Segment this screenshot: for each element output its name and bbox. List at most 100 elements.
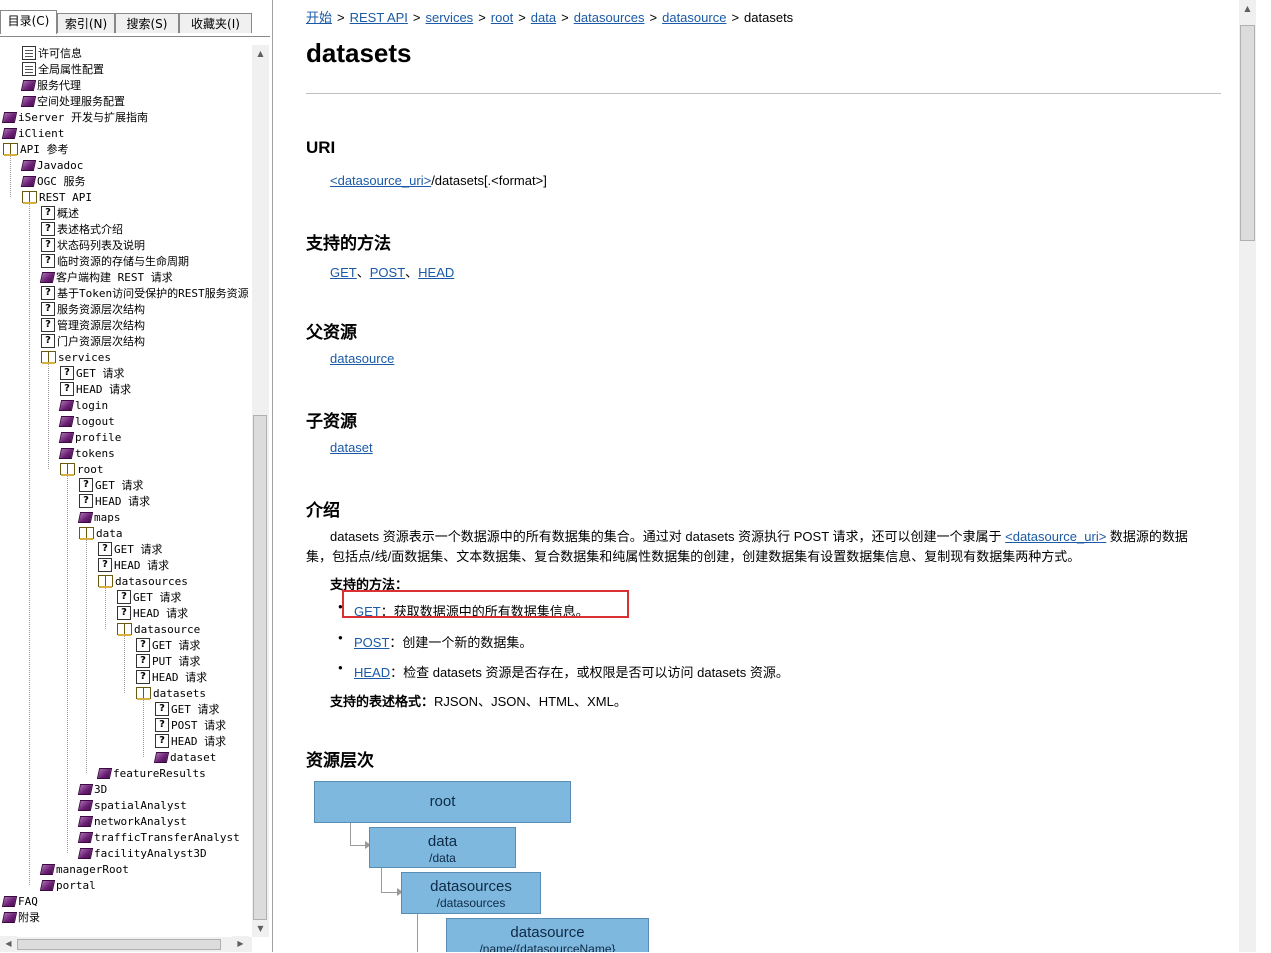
tree-item[interactable]: ? 管理资源层次结构 xyxy=(41,317,145,333)
tree-item[interactable]: 许可信息 xyxy=(22,45,82,61)
tree-item[interactable]: datasources xyxy=(98,573,188,589)
scroll-left-arrow-icon[interactable]: ◀ xyxy=(0,936,17,951)
breadcrumb-link[interactable]: 开始 xyxy=(306,10,332,25)
tree-item[interactable]: iClient xyxy=(1,125,64,141)
tree-item[interactable]: ? GET 请求 xyxy=(98,541,163,557)
tree-item[interactable]: FAQ xyxy=(1,893,38,909)
tree-item[interactable]: spatialAnalyst xyxy=(77,797,187,813)
tree-item[interactable]: networkAnalyst xyxy=(77,813,187,829)
bullet-post-link[interactable]: POST xyxy=(354,635,389,650)
tree-item[interactable]: 服务代理 xyxy=(20,77,81,93)
tree-item[interactable]: services xyxy=(41,349,111,365)
tree-scroll-thumb[interactable] xyxy=(253,415,267,920)
tab-contents[interactable]: 目录(C) xyxy=(0,10,57,34)
tree-item[interactable]: datasets xyxy=(136,685,206,701)
tree-item[interactable]: ? 表述格式介绍 xyxy=(41,221,123,237)
scroll-up-arrow-icon[interactable]: ▲ xyxy=(1239,0,1256,17)
tree-item[interactable]: ? PUT 请求 xyxy=(136,653,201,669)
tree-item-label: 门户资源层次结构 xyxy=(57,335,145,348)
tree-item[interactable]: managerRoot xyxy=(39,861,129,877)
breadcrumb-separator: > xyxy=(518,10,526,25)
tree-item[interactable]: ? HEAD 请求 xyxy=(117,605,188,621)
tree-item[interactable]: ? 门户资源层次结构 xyxy=(41,333,145,349)
hierarchy-node-datasources[interactable]: datasources /datasources xyxy=(401,872,541,914)
tree-item[interactable]: portal xyxy=(39,877,96,893)
tab-search[interactable]: 搜索(S) xyxy=(115,13,179,33)
tree-item[interactable]: ? POST 请求 xyxy=(155,717,226,733)
tree-item[interactable]: ? 概述 xyxy=(41,205,79,221)
tree-item[interactable]: ? GET 请求 xyxy=(155,701,220,717)
tree-item[interactable]: 3D xyxy=(77,781,107,797)
breadcrumb-link[interactable]: data xyxy=(531,10,556,25)
intro-datasource-uri-link[interactable]: <datasource_uri> xyxy=(1005,529,1106,544)
breadcrumb-separator: > xyxy=(731,10,740,25)
hierarchy-node-root[interactable]: root xyxy=(314,781,571,823)
tree-item[interactable]: dataset xyxy=(153,749,216,765)
tree-item[interactable]: 全局属性配置 xyxy=(22,61,104,77)
scroll-down-arrow-icon[interactable]: ▼ xyxy=(252,920,269,937)
tree-item[interactable]: iServer 开发与扩展指南 xyxy=(1,109,148,125)
tree-item[interactable]: ? 状态码列表及说明 xyxy=(41,237,145,253)
tree-item[interactable]: 附录 xyxy=(1,909,40,925)
tree-item[interactable]: ? 临时资源的存储与生命周期 xyxy=(41,253,189,269)
help-topic-icon: ? xyxy=(79,494,93,508)
tree-item[interactable]: tokens xyxy=(58,445,115,461)
tree-item[interactable]: ? HEAD 请求 xyxy=(98,557,169,573)
tree-item[interactable]: Javadoc xyxy=(20,157,83,173)
tree-item[interactable]: trafficTransferAnalyst xyxy=(77,829,240,845)
tree-item[interactable]: facilityAnalyst3D xyxy=(77,845,207,861)
method-head-link[interactable]: HEAD xyxy=(418,265,454,280)
intro-text-part: datasets 资源表示一个数据源中的所有数据集的集合。通过对 dataset… xyxy=(330,529,1006,544)
tree-item[interactable]: ? GET 请求 xyxy=(79,477,144,493)
hierarchy-node-data[interactable]: data /data xyxy=(369,827,516,868)
content-vertical-scrollbar[interactable]: ▲ xyxy=(1239,0,1256,952)
tree-item[interactable]: ? HEAD 请求 xyxy=(155,733,226,749)
method-get-link[interactable]: GET xyxy=(330,265,357,280)
method-post-link[interactable]: POST xyxy=(370,265,405,280)
tab-favorites[interactable]: 收藏夹(I) xyxy=(179,13,252,33)
parent-datasource-link[interactable]: datasource xyxy=(330,351,394,366)
tab-index[interactable]: 索引(N) xyxy=(57,13,115,33)
tree-item[interactable]: ? HEAD 请求 xyxy=(79,493,150,509)
content-scroll-thumb[interactable] xyxy=(1240,25,1255,241)
tree-item[interactable]: ? GET 请求 xyxy=(117,589,182,605)
breadcrumb-link[interactable]: datasources xyxy=(574,10,645,25)
tree-item[interactable]: data xyxy=(79,525,123,541)
tree-item[interactable]: root xyxy=(60,461,104,477)
tree-vertical-scrollbar[interactable]: ▲ ▼ xyxy=(252,45,269,937)
breadcrumb-link[interactable]: datasource xyxy=(662,10,726,25)
breadcrumb-link[interactable]: services xyxy=(426,10,474,25)
tree-item-label: 管理资源层次结构 xyxy=(57,319,145,332)
tree-item[interactable]: ? HEAD 请求 xyxy=(60,381,131,397)
child-dataset-link[interactable]: dataset xyxy=(330,440,373,455)
breadcrumb-link[interactable]: root xyxy=(491,10,513,25)
tree-item[interactable]: ? GET 请求 xyxy=(60,365,125,381)
tree-item[interactable]: REST API xyxy=(22,189,92,205)
datasource-uri-link[interactable]: <datasource_uri> xyxy=(330,173,431,188)
tree-item[interactable]: datasource xyxy=(117,621,200,637)
breadcrumb-current: datasets xyxy=(744,10,794,25)
tree-item[interactable]: featureResults xyxy=(96,765,206,781)
scroll-right-arrow-icon[interactable]: ▶ xyxy=(232,936,249,951)
bullet-head-link[interactable]: HEAD xyxy=(354,665,390,680)
tree-item[interactable]: OGC 服务 xyxy=(20,173,86,189)
tree-item-label: GET 请求 xyxy=(133,591,182,604)
tree-item[interactable]: ? HEAD 请求 xyxy=(136,669,207,685)
tree-item[interactable]: API 参考 xyxy=(3,141,69,157)
tree-item[interactable]: logout xyxy=(58,413,115,429)
hierarchy-node-datasource[interactable]: datasource /name/{datasourceName} xyxy=(446,918,649,952)
tree-item[interactable]: profile xyxy=(58,429,121,445)
tree-item[interactable]: ? 基于Token访问受保护的REST服务资源 xyxy=(41,285,249,301)
breadcrumb-link[interactable]: REST API xyxy=(350,10,408,25)
tree-item-label: GET 请求 xyxy=(171,703,220,716)
tree-hscroll-thumb[interactable] xyxy=(17,939,221,950)
tree-horizontal-scrollbar[interactable]: ◀ ▶ xyxy=(0,936,252,952)
tree-item-label: HEAD 请求 xyxy=(171,735,227,748)
tree-item[interactable]: ? 服务资源层次结构 xyxy=(41,301,145,317)
tree-item[interactable]: login xyxy=(58,397,108,413)
tree-item[interactable]: ? GET 请求 xyxy=(136,637,201,653)
tree-item[interactable]: 空间处理服务配置 xyxy=(20,93,125,109)
tree-item[interactable]: maps xyxy=(77,509,121,525)
tree-item[interactable]: 客户端构建 REST 请求 xyxy=(39,269,173,285)
scroll-up-arrow-icon[interactable]: ▲ xyxy=(252,45,269,62)
